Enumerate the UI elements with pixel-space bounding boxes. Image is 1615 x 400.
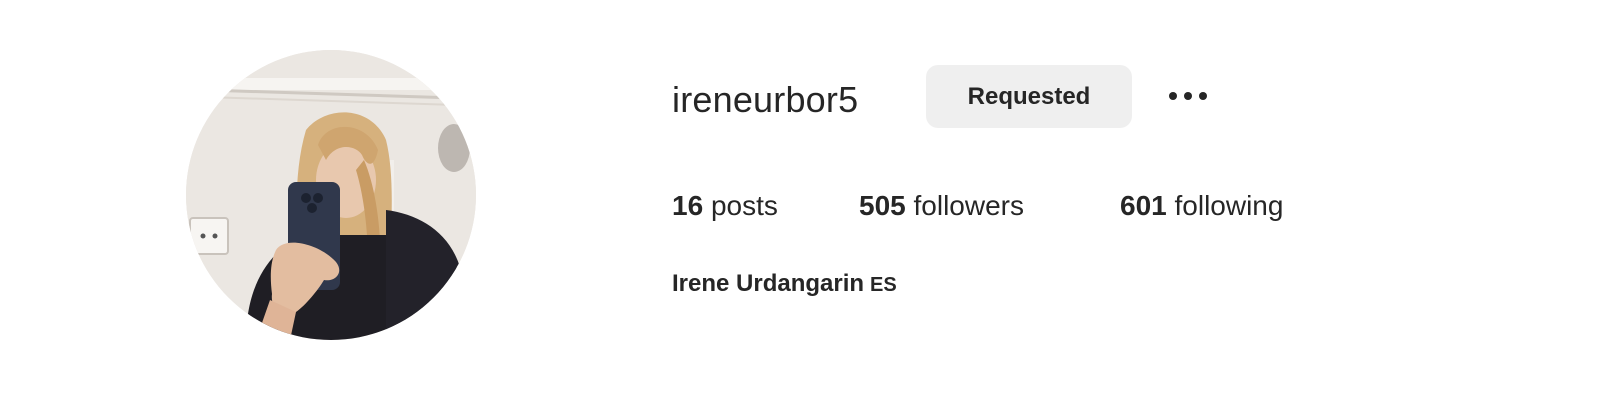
username: ireneurbor5 — [672, 79, 859, 120]
avatar[interactable] — [186, 50, 476, 340]
name-suffix: ES — [870, 274, 897, 296]
more-options-button[interactable] — [1160, 78, 1216, 114]
following-link[interactable]: 601 following — [1120, 186, 1283, 226]
following-count: 601 — [1120, 190, 1167, 221]
posts-count: 16 — [672, 190, 704, 221]
requested-button[interactable]: Requested — [926, 65, 1132, 128]
followers-count: 505 — [859, 190, 906, 221]
posts-stat: 16 posts — [672, 186, 778, 226]
followers-label: followers — [913, 190, 1024, 221]
profile-header: ireneurbor5 Requested 16 posts 505 follo… — [0, 0, 1615, 400]
following-label: following — [1174, 190, 1284, 221]
more-horizontal-icon — [1169, 92, 1207, 100]
followers-link[interactable]: 505 followers — [859, 186, 1024, 226]
profile-photo — [186, 50, 476, 340]
full-name: Irene Urdangarin ES — [672, 268, 897, 301]
full-name-text: Irene Urdangarin — [672, 270, 865, 297]
posts-label: posts — [710, 190, 778, 221]
